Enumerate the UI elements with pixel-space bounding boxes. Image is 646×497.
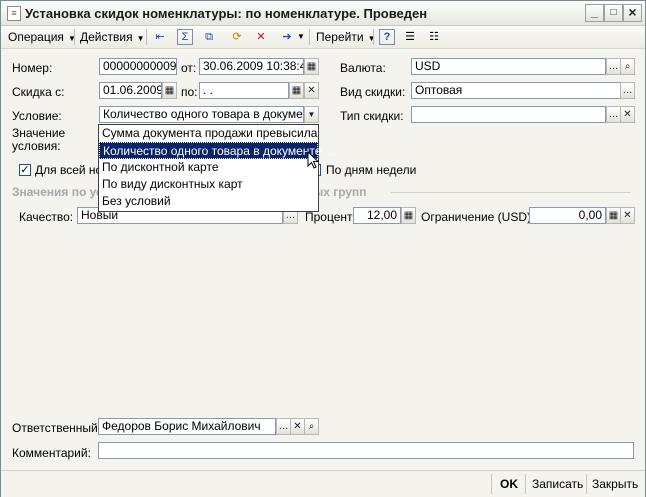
close-button[interactable]: Закрыть — [592, 475, 638, 493]
comment-label: Комментарий: — [12, 446, 91, 460]
select-ellipsis-icon[interactable]: … — [620, 82, 635, 99]
calendar-icon[interactable]: ▦ — [304, 58, 319, 75]
save-button[interactable]: Записать — [532, 475, 583, 493]
chevron-down-icon: ▼ — [136, 34, 145, 43]
dropdown-option-selected[interactable]: Количество одного товара в документе ... — [99, 142, 335, 159]
dropdown-option[interactable]: По дисконтной карте — [99, 159, 318, 176]
open-search-icon[interactable]: ⌕ — [304, 418, 319, 435]
calculator-icon[interactable]: ▦ — [606, 207, 621, 224]
post-document-icon[interactable]: ⇤ — [152, 29, 168, 45]
footer-separator — [525, 474, 526, 494]
to-label: по: — [181, 85, 198, 99]
goto-menu[interactable]: Перейти ▼ — [316, 28, 375, 46]
from-date-field[interactable]: 30.06.2009 10:38:42 — [199, 58, 304, 75]
quality-label: Качество: — [19, 210, 74, 224]
dropdown-option[interactable]: По виду дисконтных карт — [99, 176, 318, 193]
number-label: Номер: — [12, 61, 53, 75]
select-ellipsis-icon[interactable]: … — [606, 106, 621, 123]
responsible-label: Ответственный: — [12, 421, 102, 435]
chevron-down-icon[interactable]: ▼ — [304, 106, 319, 123]
open-search-icon[interactable]: ⌕ — [620, 58, 635, 75]
discount-from-label: Скидка с: — [12, 85, 65, 99]
maximize-button[interactable]: □ — [604, 4, 623, 22]
footer-separator — [491, 474, 492, 494]
actions-menu[interactable]: Действия ▼ — [80, 28, 145, 46]
document-window: ≡ Установка скидок номенклатуры: по номе… — [0, 0, 646, 497]
clear-icon[interactable]: ✕ — [620, 106, 635, 123]
goto-menu-label: Перейти — [316, 30, 364, 44]
group-divider — [391, 192, 631, 193]
chevron-down-icon: ▼ — [367, 34, 376, 43]
limit-label: Ограничение (USD): — [421, 210, 535, 224]
currency-label: Валюта: — [340, 61, 386, 75]
toolbar-separator — [373, 29, 374, 45]
select-ellipsis-icon[interactable]: … — [276, 418, 291, 435]
condition-value-label: Значение условия: — [12, 126, 66, 153]
percent-field[interactable]: 12,00 — [353, 207, 401, 224]
footer-separator — [586, 474, 587, 494]
condition-dropdown-list: Сумма документа продажи превысила Количе… — [98, 124, 335, 212]
condition-label: Условие: — [12, 109, 62, 123]
responsible-field[interactable]: Федоров Борис Михайлович — [98, 418, 276, 435]
minimize-button[interactable]: _ — [585, 4, 604, 22]
comment-field[interactable] — [98, 442, 634, 459]
close-window-button[interactable]: × — [623, 4, 642, 22]
clear-icon[interactable]: ✕ — [620, 207, 635, 224]
field-settings-icon[interactable]: ☷ — [426, 29, 442, 45]
help-icon[interactable]: ? — [379, 29, 395, 45]
discount-kind-field[interactable]: Оптовая — [411, 82, 621, 99]
discount-type-field[interactable] — [411, 106, 606, 123]
refresh-icon[interactable]: ⟳ — [229, 29, 245, 45]
footer-bar: OK Записать Закрыть — [1, 470, 645, 497]
from-label: от: — [181, 61, 197, 75]
delete-mark-icon[interactable]: ✕ — [253, 29, 269, 45]
discount-kind-label: Вид скидки: — [340, 85, 406, 99]
values-group-title: Значения по ус — [12, 185, 103, 199]
discount-to-field[interactable]: . . — [199, 82, 289, 99]
clear-icon[interactable]: ✕ — [304, 82, 319, 99]
toolbar-separator — [309, 29, 310, 45]
discount-type-label: Тип скидки: — [340, 109, 404, 123]
mouse-cursor-icon — [307, 151, 320, 169]
table-structure-icon[interactable]: ☰ — [402, 29, 418, 45]
title-bar: ≡ Установка скидок номенклатуры: по номе… — [1, 1, 645, 26]
all-nomenclature-checkbox[interactable]: ✓ — [19, 164, 31, 176]
number-field[interactable]: 00000000009 — [99, 58, 177, 75]
percent-label: Процент: — [305, 210, 356, 224]
based-on-dropdown-arrow[interactable]: ▼ — [297, 28, 305, 46]
document-movements-icon[interactable]: Σ — [177, 29, 193, 45]
toolbar: Операция ▼ Действия ▼ ⇤ Σ ⧉ ⟳ ✕ ➔ ▼ Перейт… — [1, 26, 645, 49]
calendar-icon[interactable]: ▦ — [289, 82, 304, 99]
currency-field[interactable]: USD — [411, 58, 606, 75]
document-icon: ≡ — [7, 6, 21, 21]
toolbar-separator — [74, 29, 75, 45]
operation-menu[interactable]: Операция ▼ — [8, 28, 76, 46]
based-on-icon[interactable]: ➔ — [279, 29, 295, 45]
copy-document-icon[interactable]: ⧉ — [201, 29, 217, 45]
window-title: Установка скидок номенклатуры: по номенк… — [25, 6, 428, 21]
dropdown-option[interactable]: Без условий — [99, 193, 318, 210]
clear-icon[interactable]: ✕ — [290, 418, 305, 435]
dropdown-option[interactable]: Сумма документа продажи превысила — [99, 125, 318, 142]
discount-from-field[interactable]: 01.06.2009 — [99, 82, 162, 99]
limit-field[interactable]: 0,00 — [529, 207, 606, 224]
ok-button[interactable]: OK — [500, 475, 518, 493]
calendar-icon[interactable]: ▦ — [162, 82, 177, 99]
select-ellipsis-icon[interactable]: … — [606, 58, 621, 75]
by-weekdays-label: По дням недели — [326, 163, 417, 177]
condition-select[interactable]: Количество одного товара в документе — [99, 106, 304, 123]
actions-menu-label: Действия — [80, 30, 133, 44]
toolbar-separator — [146, 29, 147, 45]
operation-menu-label: Операция — [8, 30, 64, 44]
calculator-icon[interactable]: ▦ — [401, 207, 416, 224]
